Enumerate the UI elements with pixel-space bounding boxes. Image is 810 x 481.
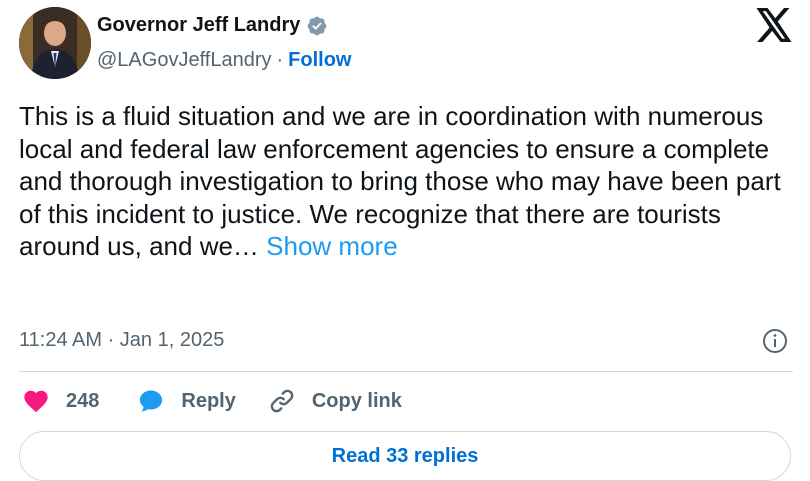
author-name[interactable]: Governor Jeff Landry bbox=[97, 14, 300, 37]
copy-link-label: Copy link bbox=[311, 389, 402, 412]
follow-button[interactable]: Follow bbox=[288, 49, 351, 72]
reply-label: Reply bbox=[181, 389, 236, 412]
reply-button[interactable]: Reply bbox=[137, 387, 236, 415]
heart-icon bbox=[24, 390, 48, 413]
tweet-body: This is a fluid situation and we are in … bbox=[19, 101, 781, 261]
link-icon bbox=[270, 389, 294, 413]
like-count: 248 bbox=[66, 389, 100, 412]
author-handle[interactable]: @LAGovJeffLandry bbox=[97, 49, 271, 72]
avatar[interactable] bbox=[19, 7, 91, 79]
tweet-text: This is a fluid situation and we are in … bbox=[19, 100, 794, 263]
read-replies-button[interactable]: Read 33 replies bbox=[19, 431, 791, 481]
read-replies-label: Read 33 replies bbox=[331, 444, 479, 467]
copy-link-button[interactable]: Copy link bbox=[268, 387, 402, 415]
info-icon[interactable] bbox=[762, 328, 788, 354]
like-button[interactable]: 248 bbox=[22, 387, 99, 415]
tweet-timestamp[interactable]: 11:24 AM · Jan 1, 2025 bbox=[19, 329, 224, 352]
divider bbox=[19, 371, 793, 372]
reply-bubble-icon bbox=[140, 390, 163, 412]
verified-badge-icon bbox=[307, 16, 327, 35]
separator-dot: · bbox=[276, 49, 284, 71]
x-logo-icon[interactable] bbox=[756, 8, 793, 42]
show-more-link[interactable]: Show more bbox=[266, 231, 398, 261]
